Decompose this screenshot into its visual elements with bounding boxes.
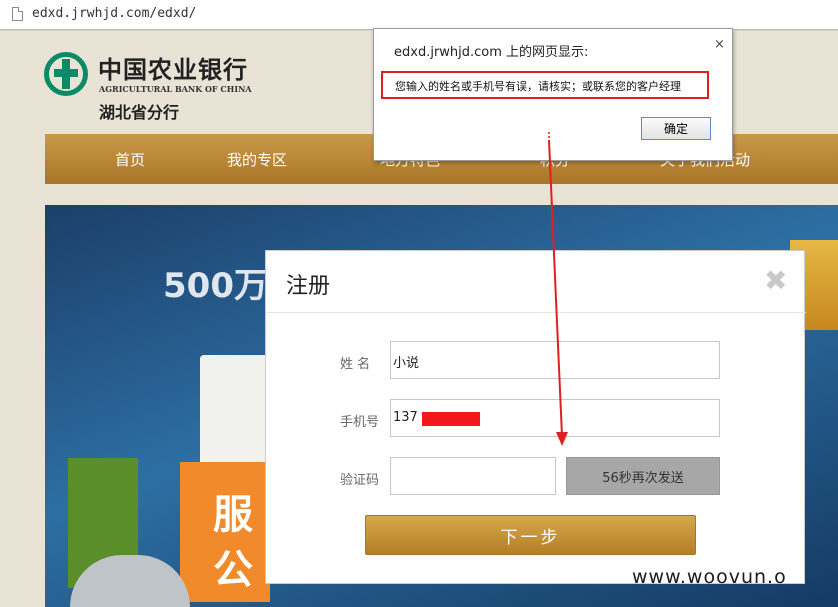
- alert-close-icon[interactable]: ×: [714, 37, 725, 52]
- close-icon[interactable]: ✖: [764, 264, 787, 297]
- name-label: 姓 名: [340, 357, 371, 372]
- watermark: www.woovun.o: [632, 566, 787, 588]
- modal-divider: [266, 312, 806, 313]
- alert-dialog: edxd.jrwhjd.com 上的网页显示: × 您输入的姓名或手机号有误，请…: [373, 28, 733, 161]
- alert-title: edxd.jrwhjd.com 上的网页显示:: [394, 45, 589, 60]
- alert-ok-button[interactable]: 确定: [641, 117, 711, 140]
- banner-char-1: 服: [213, 492, 253, 538]
- url-text[interactable]: edxd.jrwhjd.com/edxd/: [32, 6, 196, 21]
- banner-bag-image: [200, 355, 270, 475]
- modal-title: 注册: [286, 274, 331, 299]
- banner-headline: 500万: [163, 266, 268, 306]
- resend-code-button[interactable]: 56秒再次发送: [566, 457, 720, 495]
- bank-name: 中国农业银行: [98, 55, 248, 84]
- nav-item-home[interactable]: 首页: [115, 149, 145, 170]
- phone-redaction-mark: [422, 412, 480, 426]
- banner-char-2: 公: [213, 547, 253, 593]
- bank-logo-icon: [44, 52, 88, 96]
- bank-name-en: AGRICULTURAL BANK OF CHINA: [99, 84, 252, 94]
- page-icon: [12, 7, 23, 21]
- bank-branch: 湖北省分行: [99, 103, 180, 122]
- verification-code-field[interactable]: [390, 457, 556, 495]
- alert-message: 您输入的姓名或手机号有误，请核实；或联系您的客户经理: [381, 71, 709, 99]
- nav-item-my-zone[interactable]: 我的专区: [227, 149, 287, 170]
- address-bar[interactable]: edxd.jrwhjd.com/edxd/: [0, 0, 838, 30]
- code-label: 验证码: [340, 473, 380, 488]
- next-step-button[interactable]: 下一步: [365, 515, 696, 555]
- name-field[interactable]: 小说: [390, 341, 720, 379]
- phone-label: 手机号: [340, 415, 380, 430]
